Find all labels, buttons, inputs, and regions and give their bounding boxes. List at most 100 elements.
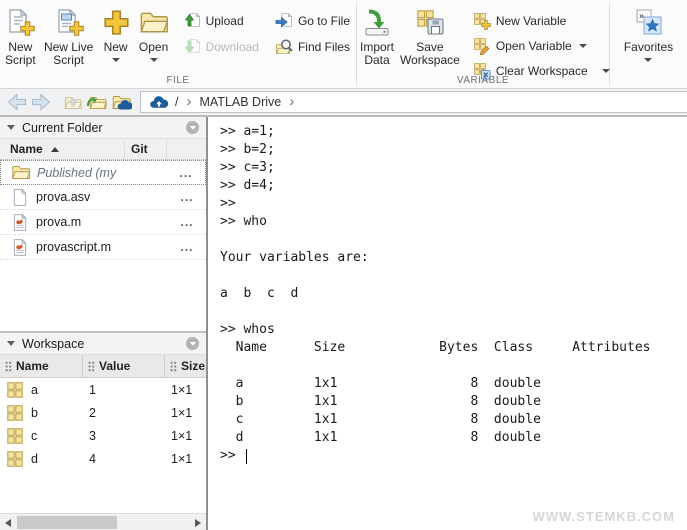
current-folder-panel: Current Folder Name Git Published (my bbox=[0, 117, 206, 331]
console-output: >> a=1; >> b=2; >> c=3; >> d=4; >> >> wh… bbox=[208, 117, 687, 447]
upload-icon bbox=[183, 12, 201, 30]
matlab-file-icon bbox=[11, 239, 29, 256]
row-menu-button[interactable]: ... bbox=[168, 215, 206, 229]
new-dropdown-icon bbox=[112, 58, 120, 62]
breadcrumb-folder[interactable]: MATLAB Drive bbox=[199, 95, 281, 109]
column-header-name[interactable]: Name bbox=[0, 355, 83, 377]
variable-row-c[interactable]: c 3 1×1 bbox=[0, 424, 206, 447]
matlab-file-icon bbox=[11, 214, 29, 231]
find-files-icon bbox=[275, 38, 293, 56]
watermark: WWW.STEMKB.COM bbox=[532, 509, 675, 524]
import-data-button[interactable]: Import Data bbox=[357, 4, 397, 67]
new-variable-button[interactable]: New Variable bbox=[469, 8, 614, 33]
current-folder-column-headers: Name Git bbox=[0, 139, 206, 160]
variable-stack: New Variable Open Variable bbox=[469, 8, 614, 83]
favorites-label: Favorites bbox=[624, 41, 673, 54]
variable-size: 1×1 bbox=[165, 406, 206, 420]
variable-icon bbox=[7, 451, 23, 467]
find-stack: Go to File Find Files bbox=[271, 8, 354, 60]
column-header-menu[interactable] bbox=[166, 139, 206, 159]
find-files-button[interactable]: Find Files bbox=[271, 34, 354, 60]
toolstrip: New Script New Live Script New bbox=[0, 0, 687, 89]
row-menu-button[interactable]: ... bbox=[167, 166, 205, 180]
panel-menu-icon[interactable] bbox=[186, 337, 199, 350]
row-menu-button[interactable]: ... bbox=[168, 190, 206, 204]
breadcrumb-root[interactable]: / bbox=[175, 95, 178, 109]
drag-handle-icon bbox=[170, 361, 177, 372]
drag-handle-icon bbox=[88, 361, 95, 372]
variable-value: 2 bbox=[83, 406, 165, 420]
variable-row-b[interactable]: b 2 1×1 bbox=[0, 401, 206, 424]
workspace-title: Workspace bbox=[22, 337, 186, 351]
collapse-panel-icon[interactable] bbox=[7, 125, 15, 130]
cloud-folder-icon[interactable] bbox=[110, 93, 132, 111]
variable-size: 1×1 bbox=[165, 383, 206, 397]
find-files-label: Find Files bbox=[298, 40, 350, 54]
column-header-size[interactable]: Size bbox=[165, 355, 206, 377]
open-variable-button[interactable]: Open Variable bbox=[469, 33, 614, 58]
download-icon bbox=[183, 38, 201, 56]
transfer-stack: Upload Download bbox=[179, 8, 263, 60]
folder-up-icon[interactable] bbox=[62, 93, 84, 111]
open-variable-label: Open Variable bbox=[496, 39, 572, 53]
save-workspace-button[interactable]: Save Workspace bbox=[397, 4, 463, 67]
open-label: Open bbox=[139, 41, 168, 54]
drag-handle-icon bbox=[5, 361, 12, 372]
variable-size: 1×1 bbox=[165, 452, 206, 466]
scrollbar-thumb[interactable] bbox=[17, 516, 117, 529]
svg-text:»: » bbox=[639, 11, 644, 21]
favorites-button[interactable]: » Favorites bbox=[621, 4, 676, 62]
path-breadcrumb[interactable]: / › MATLAB Drive › bbox=[140, 91, 687, 113]
file-row-prova-asv[interactable]: prova.asv ... bbox=[0, 185, 206, 210]
file-name: prova.asv bbox=[36, 190, 168, 204]
new-icon bbox=[100, 8, 132, 38]
upload-button[interactable]: Upload bbox=[179, 8, 263, 34]
browse-folder-icon[interactable] bbox=[86, 93, 108, 111]
column-header-value[interactable]: Value bbox=[83, 355, 165, 377]
file-row-provascript-m[interactable]: provascript.m ... bbox=[0, 235, 206, 260]
workspace-header: Workspace bbox=[0, 333, 206, 355]
new-live-script-label: New Live Script bbox=[44, 41, 94, 67]
new-variable-label: New Variable bbox=[496, 14, 566, 28]
new-live-script-button[interactable]: New Live Script bbox=[41, 4, 97, 67]
upload-label: Upload bbox=[206, 14, 244, 28]
go-to-file-button[interactable]: Go to File bbox=[271, 8, 354, 34]
row-menu-button[interactable]: ... bbox=[168, 240, 206, 254]
download-button[interactable]: Download bbox=[179, 34, 263, 60]
back-icon[interactable] bbox=[6, 93, 28, 111]
clear-workspace-dropdown-icon bbox=[602, 69, 610, 73]
command-window[interactable]: >> a=1; >> b=2; >> c=3; >> d=4; >> >> wh… bbox=[208, 117, 687, 530]
open-dropdown-icon bbox=[150, 58, 158, 62]
file-icon bbox=[11, 189, 29, 206]
variable-row-a[interactable]: a 1 1×1 bbox=[0, 378, 206, 401]
new-script-label: New Script bbox=[3, 41, 38, 67]
scroll-left-button[interactable] bbox=[0, 514, 16, 530]
console-prompt-line: >> bbox=[208, 447, 687, 465]
open-button[interactable]: Open bbox=[135, 4, 173, 62]
scroll-left-icon bbox=[5, 519, 11, 527]
variable-row-d[interactable]: d 4 1×1 bbox=[0, 447, 206, 470]
file-section-label: FILE bbox=[0, 75, 356, 86]
column-header-git[interactable]: Git bbox=[124, 139, 166, 159]
file-row-prova-m[interactable]: prova.m ... bbox=[0, 210, 206, 235]
variable-icon bbox=[7, 405, 23, 421]
import-data-icon bbox=[361, 8, 393, 38]
panel-menu-icon[interactable] bbox=[186, 121, 199, 134]
file-row-published[interactable]: Published (my ... bbox=[0, 160, 206, 185]
scroll-right-button[interactable] bbox=[190, 514, 206, 530]
horizontal-scrollbar[interactable] bbox=[0, 513, 206, 530]
address-bar: / › MATLAB Drive › bbox=[0, 89, 687, 117]
collapse-panel-icon[interactable] bbox=[7, 341, 15, 346]
new-script-button[interactable]: New Script bbox=[0, 4, 41, 67]
new-button[interactable]: New bbox=[97, 4, 135, 62]
go-to-file-label: Go to File bbox=[298, 14, 350, 28]
matlab-drive-cloud-icon bbox=[149, 95, 169, 109]
current-folder-header: Current Folder bbox=[0, 117, 206, 139]
column-header-name[interactable]: Name bbox=[0, 142, 124, 156]
new-variable-icon bbox=[473, 12, 491, 30]
main-content: Current Folder Name Git Published (my bbox=[0, 117, 687, 530]
variable-size: 1×1 bbox=[165, 429, 206, 443]
sidebar: Current Folder Name Git Published (my bbox=[0, 117, 208, 530]
forward-icon[interactable] bbox=[30, 93, 52, 111]
current-folder-title: Current Folder bbox=[22, 121, 186, 135]
